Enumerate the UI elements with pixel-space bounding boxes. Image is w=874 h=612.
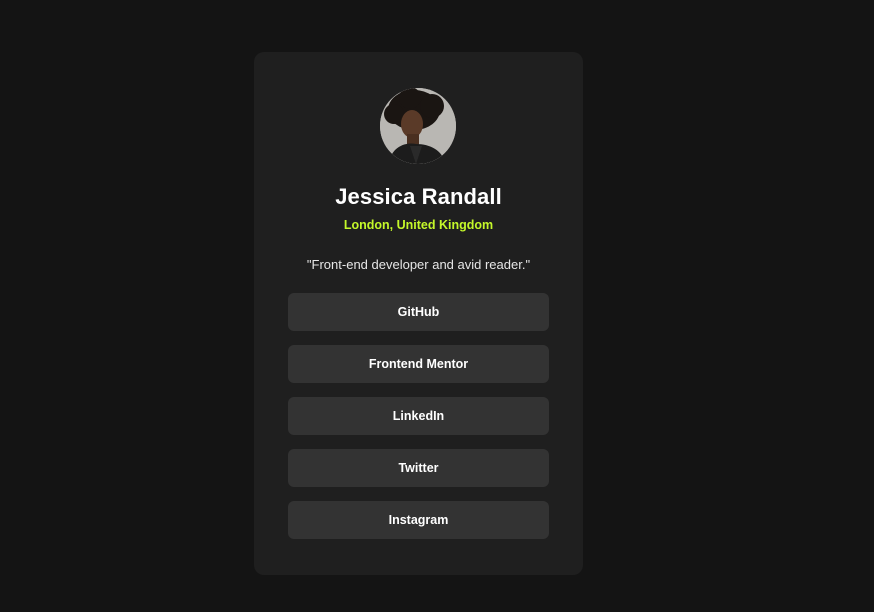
- profile-bio: "Front-end developer and avid reader.": [306, 257, 531, 272]
- github-link-button[interactable]: GitHub: [288, 293, 549, 331]
- profile-location: London, United Kingdom: [343, 218, 494, 232]
- frontend-mentor-link-button[interactable]: Frontend Mentor: [288, 345, 549, 383]
- twitter-link-button[interactable]: Twitter: [288, 449, 549, 487]
- avatar-photo: [380, 88, 456, 164]
- avatar: [380, 88, 456, 164]
- profile-card: Jessica Randall London, United Kingdom "…: [254, 52, 583, 575]
- linkedin-link-button[interactable]: LinkedIn: [288, 397, 549, 435]
- profile-name: Jessica Randall: [335, 184, 502, 209]
- social-links: GitHub Frontend Mentor LinkedIn Twitter …: [288, 293, 549, 553]
- instagram-link-button[interactable]: Instagram: [288, 501, 549, 539]
